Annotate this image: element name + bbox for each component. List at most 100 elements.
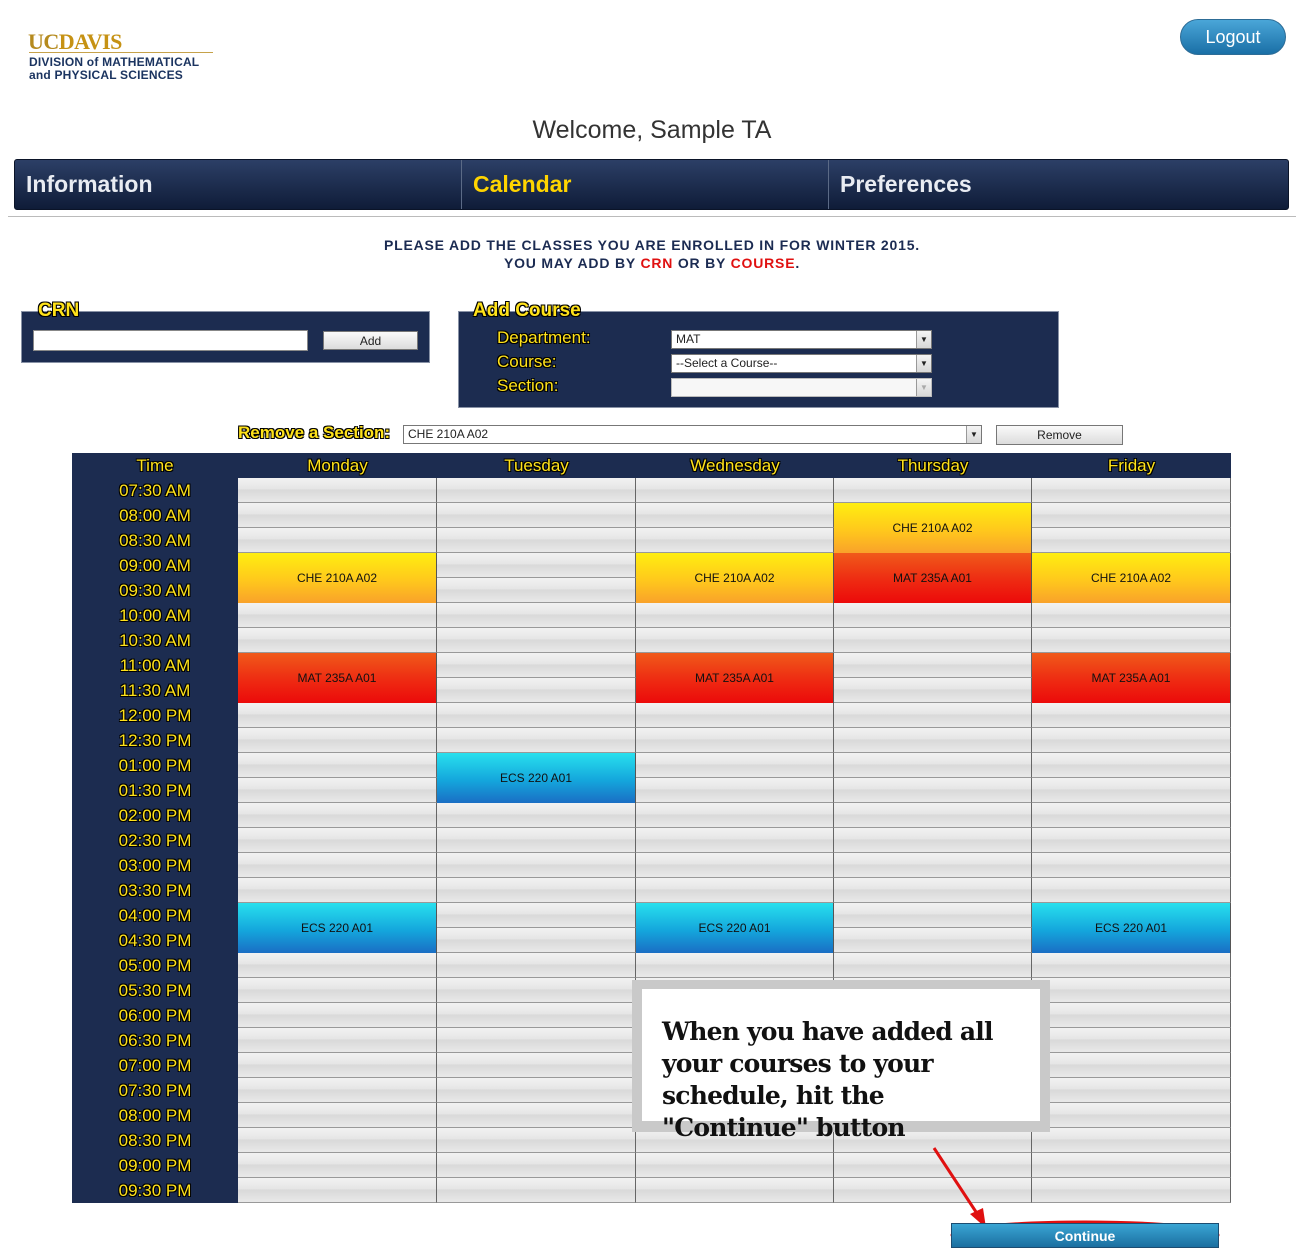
calendar-slot[interactable] xyxy=(1032,528,1231,553)
calendar-slot[interactable] xyxy=(238,778,437,803)
department-select[interactable]: MAT ▼ xyxy=(671,330,932,349)
calendar-slot[interactable] xyxy=(636,1178,834,1203)
remove-section-select[interactable]: CHE 210A A02 ▼ xyxy=(403,425,982,444)
calendar-slot[interactable] xyxy=(1032,1053,1231,1078)
course-block[interactable]: CHE 210A A02 xyxy=(238,553,437,603)
calendar-slot[interactable] xyxy=(437,1128,636,1153)
tab-information[interactable]: Information xyxy=(15,160,462,209)
calendar-slot[interactable] xyxy=(834,753,1032,778)
calendar-slot[interactable] xyxy=(238,878,437,903)
calendar-slot[interactable] xyxy=(437,928,636,953)
crn-input[interactable] xyxy=(33,330,308,351)
course-block[interactable]: ECS 220 A01 xyxy=(437,753,636,803)
course-block[interactable]: CHE 210A A02 xyxy=(1032,553,1231,603)
calendar-slot[interactable] xyxy=(238,1003,437,1028)
calendar-slot[interactable] xyxy=(636,1153,834,1178)
calendar-slot[interactable] xyxy=(636,778,834,803)
calendar-slot[interactable] xyxy=(1032,1003,1231,1028)
calendar-slot[interactable] xyxy=(437,503,636,528)
calendar-slot[interactable] xyxy=(1032,753,1231,778)
calendar-slot[interactable] xyxy=(238,1053,437,1078)
calendar-slot[interactable] xyxy=(437,603,636,628)
calendar-slot[interactable] xyxy=(437,828,636,853)
calendar-slot[interactable] xyxy=(238,1128,437,1153)
calendar-slot[interactable] xyxy=(1032,778,1231,803)
calendar-slot[interactable] xyxy=(437,803,636,828)
calendar-slot[interactable] xyxy=(1032,803,1231,828)
calendar-slot[interactable] xyxy=(437,628,636,653)
calendar-slot[interactable] xyxy=(636,953,834,978)
add-crn-button[interactable]: Add xyxy=(323,331,418,350)
calendar-slot[interactable] xyxy=(437,1078,636,1103)
calendar-slot[interactable] xyxy=(437,678,636,703)
calendar-slot[interactable] xyxy=(238,953,437,978)
calendar-slot[interactable] xyxy=(834,828,1032,853)
course-block[interactable]: MAT 235A A01 xyxy=(238,653,437,703)
calendar-slot[interactable] xyxy=(834,878,1032,903)
calendar-slot[interactable] xyxy=(636,478,834,503)
calendar-slot[interactable] xyxy=(238,1028,437,1053)
calendar-slot[interactable] xyxy=(636,503,834,528)
calendar-slot[interactable] xyxy=(834,778,1032,803)
calendar-slot[interactable] xyxy=(437,853,636,878)
calendar-slot[interactable] xyxy=(1032,603,1231,628)
calendar-slot[interactable] xyxy=(1032,953,1231,978)
calendar-slot[interactable] xyxy=(636,528,834,553)
calendar-slot[interactable] xyxy=(437,703,636,728)
calendar-slot[interactable] xyxy=(437,1178,636,1203)
continue-button[interactable]: Continue xyxy=(951,1223,1219,1248)
course-block[interactable]: CHE 210A A02 xyxy=(834,503,1032,553)
course-block[interactable]: ECS 220 A01 xyxy=(1032,903,1231,953)
remove-button[interactable]: Remove xyxy=(996,425,1123,445)
calendar-slot[interactable] xyxy=(1032,1103,1231,1128)
calendar-slot[interactable] xyxy=(834,903,1032,928)
calendar-slot[interactable] xyxy=(636,878,834,903)
course-block[interactable]: MAT 235A A01 xyxy=(834,553,1032,603)
calendar-slot[interactable] xyxy=(834,703,1032,728)
calendar-slot[interactable] xyxy=(834,928,1032,953)
calendar-slot[interactable] xyxy=(636,703,834,728)
calendar-slot[interactable] xyxy=(238,853,437,878)
calendar-slot[interactable] xyxy=(238,753,437,778)
calendar-slot[interactable] xyxy=(238,1078,437,1103)
calendar-slot[interactable] xyxy=(238,828,437,853)
course-block[interactable]: MAT 235A A01 xyxy=(636,653,834,703)
calendar-slot[interactable] xyxy=(1032,703,1231,728)
calendar-slot[interactable] xyxy=(636,803,834,828)
calendar-slot[interactable] xyxy=(437,1003,636,1028)
calendar-slot[interactable] xyxy=(636,853,834,878)
calendar-slot[interactable] xyxy=(238,1103,437,1128)
calendar-slot[interactable] xyxy=(636,628,834,653)
calendar-slot[interactable] xyxy=(437,528,636,553)
calendar-slot[interactable] xyxy=(437,903,636,928)
calendar-slot[interactable] xyxy=(636,728,834,753)
calendar-slot[interactable] xyxy=(834,628,1032,653)
calendar-slot[interactable] xyxy=(1032,878,1231,903)
course-select[interactable]: --Select a Course-- ▼ xyxy=(671,354,932,373)
calendar-slot[interactable] xyxy=(437,553,636,578)
tab-calendar[interactable]: Calendar xyxy=(462,160,829,209)
calendar-slot[interactable] xyxy=(1032,503,1231,528)
calendar-slot[interactable] xyxy=(834,653,1032,678)
calendar-slot[interactable] xyxy=(834,728,1032,753)
calendar-slot[interactable] xyxy=(636,753,834,778)
calendar-slot[interactable] xyxy=(238,728,437,753)
course-block[interactable]: CHE 210A A02 xyxy=(636,553,834,603)
calendar-slot[interactable] xyxy=(1032,478,1231,503)
calendar-slot[interactable] xyxy=(834,953,1032,978)
calendar-slot[interactable] xyxy=(437,978,636,1003)
calendar-slot[interactable] xyxy=(834,478,1032,503)
calendar-slot[interactable] xyxy=(1032,1078,1231,1103)
calendar-slot[interactable] xyxy=(437,653,636,678)
calendar-slot[interactable] xyxy=(437,728,636,753)
calendar-slot[interactable] xyxy=(238,628,437,653)
calendar-slot[interactable] xyxy=(437,578,636,603)
course-block[interactable]: MAT 235A A01 xyxy=(1032,653,1231,703)
calendar-slot[interactable] xyxy=(1032,628,1231,653)
calendar-slot[interactable] xyxy=(238,978,437,1003)
calendar-slot[interactable] xyxy=(238,528,437,553)
calendar-slot[interactable] xyxy=(238,803,437,828)
calendar-slot[interactable] xyxy=(1032,1028,1231,1053)
calendar-slot[interactable] xyxy=(238,503,437,528)
calendar-slot[interactable] xyxy=(636,828,834,853)
